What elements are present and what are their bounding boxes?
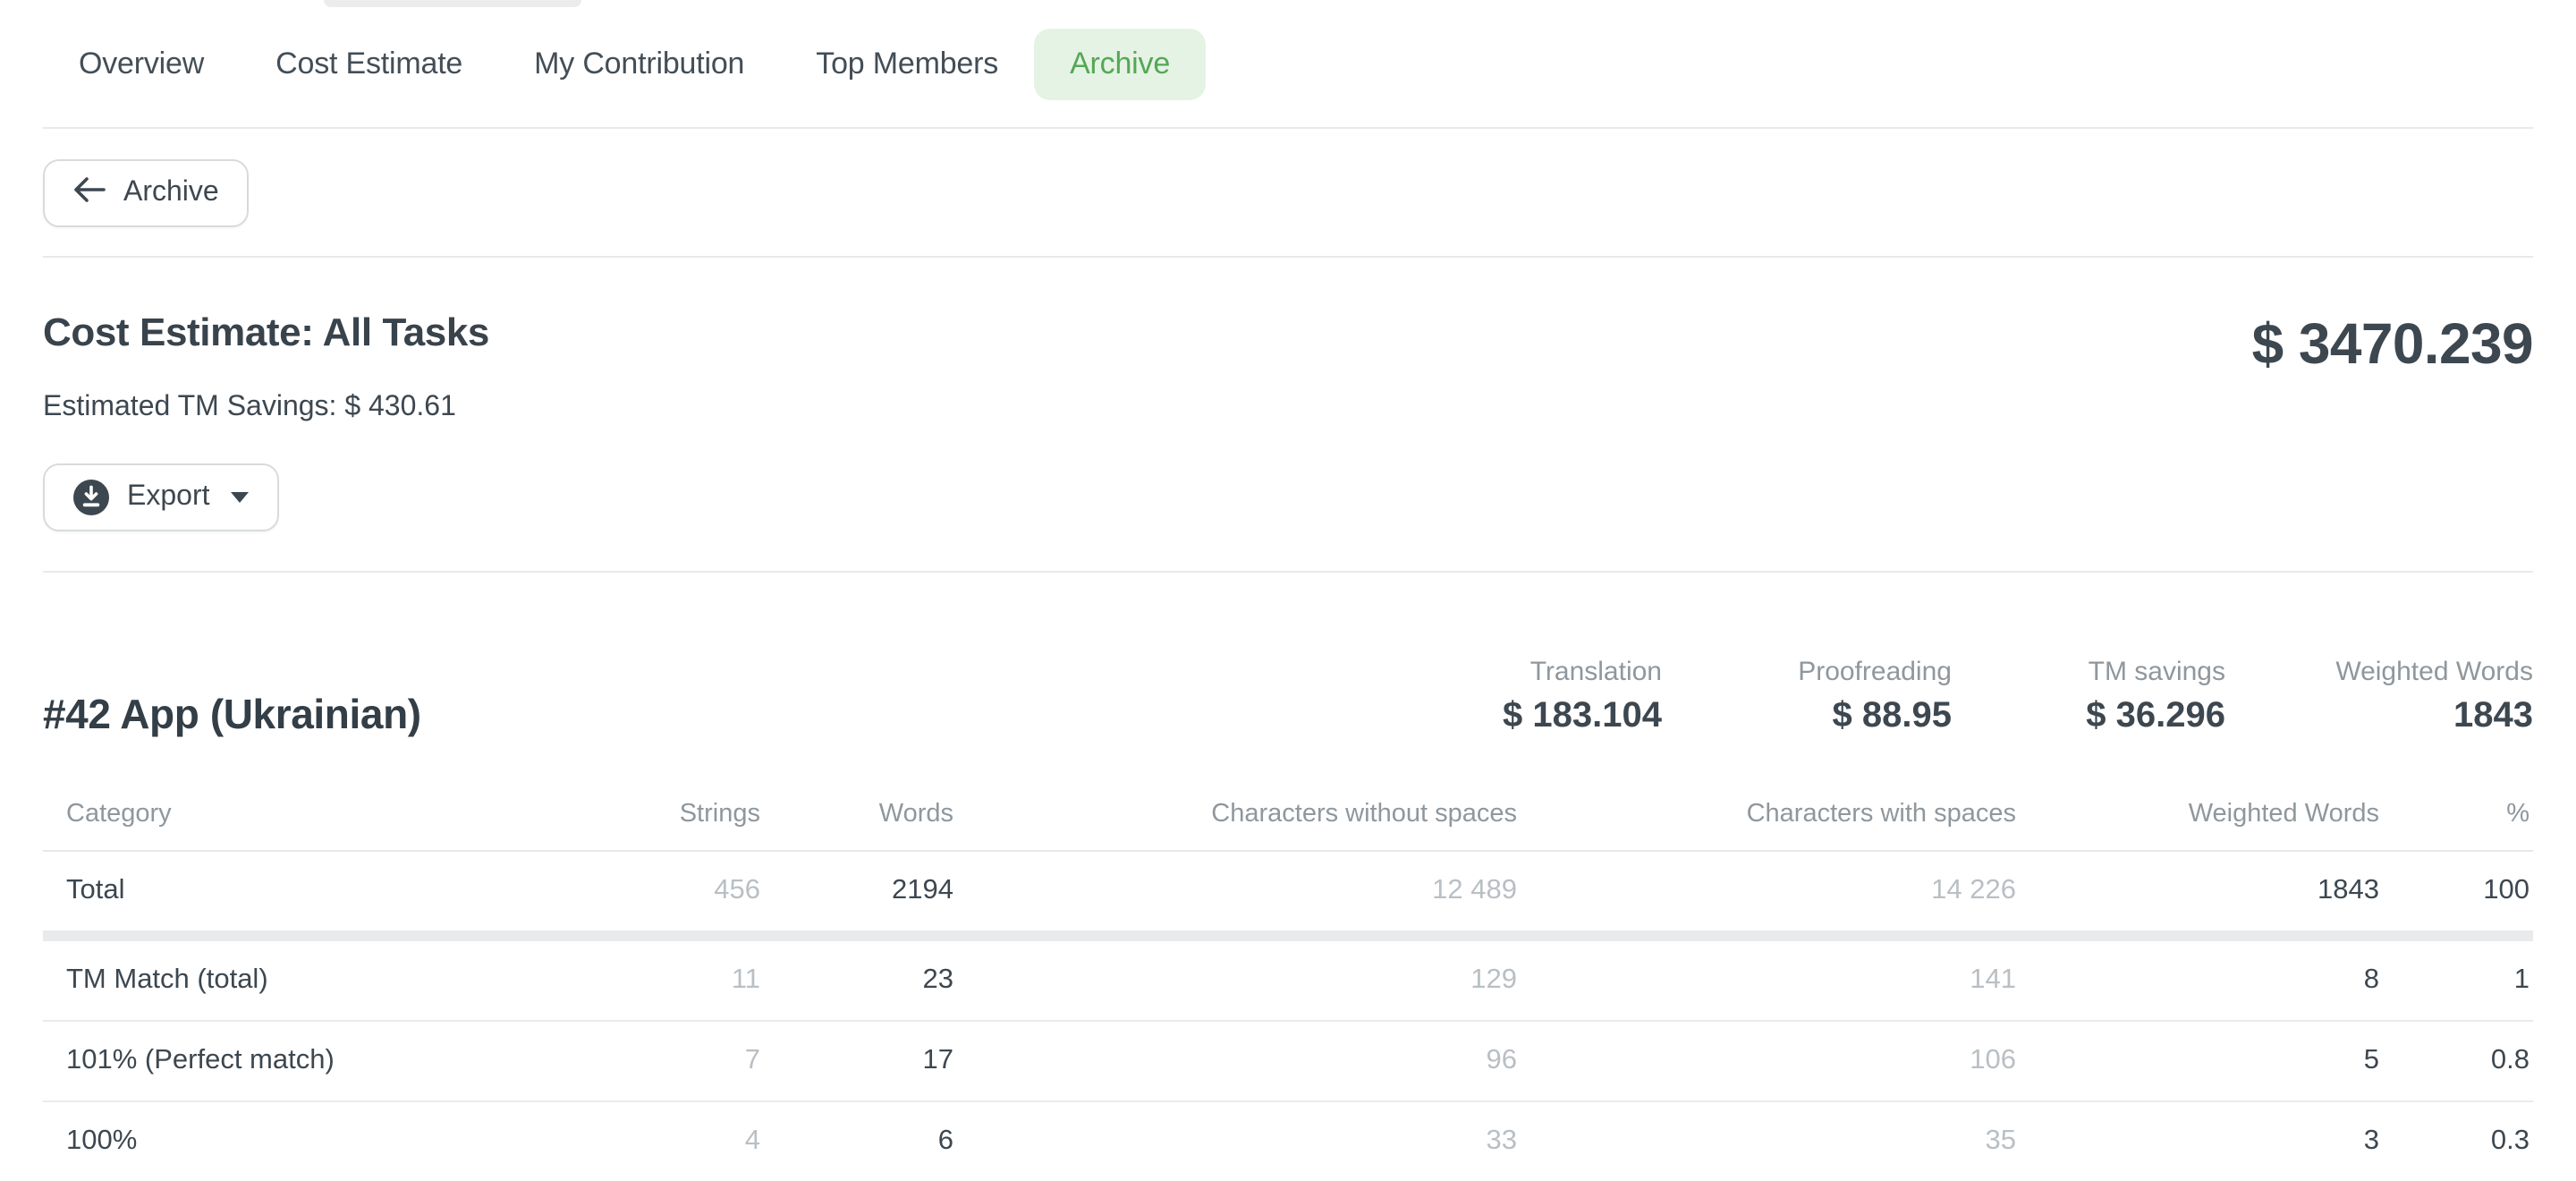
- cell-category: 101% (Perfect match): [43, 1045, 546, 1077]
- stat-label: Translation: [1376, 657, 1662, 687]
- stat-label: Weighted Words: [2225, 657, 2533, 687]
- cell-chars-with-spaces: 141: [1517, 964, 2016, 997]
- column-header-weighted-words: Weighted Words: [2016, 800, 2379, 828]
- cell-strings: 456: [546, 875, 760, 907]
- stat-translation: Translation $ 183.104: [1376, 657, 1662, 737]
- stat-weighted-words: Weighted Words 1843: [2225, 657, 2533, 737]
- project-header: #42 App (Ukrainian) Translation $ 183.10…: [43, 657, 2533, 737]
- stat-label: Proofreading: [1662, 657, 1952, 687]
- cell-chars-without-spaces: 33: [953, 1126, 1517, 1158]
- export-button[interactable]: Export: [43, 463, 280, 531]
- table-row-total: Total 456 2194 12 489 14 226 1843 100: [43, 852, 2533, 930]
- cell-words: 6: [760, 1126, 953, 1158]
- cell-weighted-words: 1843: [2016, 875, 2379, 907]
- cell-chars-without-spaces: 129: [953, 964, 1517, 997]
- cell-chars-with-spaces: 106: [1517, 1045, 2016, 1077]
- cell-category: TM Match (total): [43, 964, 546, 997]
- download-icon: [73, 480, 109, 515]
- stat-value: $ 36.296: [1952, 696, 2225, 737]
- column-header-words: Words: [760, 800, 953, 828]
- cost-estimate-table: Category Strings Words Characters withou…: [43, 778, 2533, 1181]
- archive-back-label: Archive: [123, 177, 219, 209]
- arrow-left-icon: [73, 176, 106, 210]
- stat-value: $ 183.104: [1376, 696, 1662, 737]
- stat-value: $ 88.95: [1662, 696, 1952, 737]
- export-row: Export: [43, 463, 2533, 531]
- divider: [43, 256, 2533, 258]
- cell-percent: 0.3: [2379, 1126, 2533, 1158]
- chevron-down-icon: [232, 492, 250, 503]
- export-label: Export: [127, 481, 210, 514]
- column-header-category: Category: [43, 800, 546, 828]
- page: Overview Cost Estimate My Contribution T…: [0, 0, 2576, 1181]
- cell-category: 100%: [43, 1126, 546, 1158]
- cost-estimate-header: Cost Estimate: All Tasks $ 3470.239: [43, 311, 2533, 376]
- project-title: #42 App (Ukrainian): [43, 691, 421, 737]
- cell-weighted-words: 5: [2016, 1045, 2379, 1077]
- cell-weighted-words: 3: [2016, 1126, 2379, 1158]
- tab-overview[interactable]: Overview: [43, 28, 240, 99]
- project-stats: Translation $ 183.104 Proofreading $ 88.…: [1376, 657, 2533, 737]
- total-cost-value: $ 3470.239: [2252, 311, 2533, 376]
- cell-percent: 1: [2379, 964, 2533, 997]
- divider: [43, 127, 2533, 129]
- archive-back-button[interactable]: Archive: [43, 159, 250, 227]
- cell-strings: 4: [546, 1126, 760, 1158]
- column-header-chars-without-spaces: Characters without spaces: [953, 800, 1517, 828]
- tab-top-members[interactable]: Top Members: [780, 28, 1034, 99]
- cell-words: 17: [760, 1045, 953, 1077]
- page-title: Cost Estimate: All Tasks: [43, 311, 489, 354]
- column-header-chars-with-spaces: Characters with spaces: [1517, 800, 2016, 828]
- table-row: 101% (Perfect match) 7 17 96 106 5 0.8: [43, 1022, 2533, 1100]
- cell-chars-with-spaces: 35: [1517, 1126, 2016, 1158]
- cell-chars-with-spaces: 14 226: [1517, 875, 2016, 907]
- cell-weighted-words: 8: [2016, 964, 2379, 997]
- tab-cost-estimate[interactable]: Cost Estimate: [240, 28, 498, 99]
- cell-strings: 11: [546, 964, 760, 997]
- estimated-tm-savings: Estimated TM Savings: $ 430.61: [43, 392, 2533, 424]
- cell-chars-without-spaces: 12 489: [953, 875, 1517, 907]
- divider: [43, 571, 2533, 573]
- table-row: 100% 4 6 33 35 3 0.3: [43, 1102, 2533, 1181]
- stat-label: TM savings: [1952, 657, 2225, 687]
- table-header-row: Category Strings Words Characters withou…: [43, 778, 2533, 850]
- back-row: Archive: [43, 159, 2533, 227]
- total-separator-band: [43, 930, 2533, 941]
- cell-percent: 100: [2379, 875, 2533, 907]
- cell-words: 23: [760, 964, 953, 997]
- tab-archive[interactable]: Archive: [1034, 28, 1206, 99]
- cell-strings: 7: [546, 1045, 760, 1077]
- stat-tm-savings: TM savings $ 36.296: [1952, 657, 2225, 737]
- table-row: TM Match (total) 11 23 129 141 8 1: [43, 941, 2533, 1020]
- cell-chars-without-spaces: 96: [953, 1045, 1517, 1077]
- cell-percent: 0.8: [2379, 1045, 2533, 1077]
- tab-bar: Overview Cost Estimate My Contribution T…: [43, 0, 2533, 127]
- column-header-strings: Strings: [546, 800, 760, 828]
- cell-category: Total: [43, 875, 546, 907]
- stat-value: 1843: [2225, 696, 2533, 737]
- column-header-percent: %: [2379, 800, 2533, 828]
- cell-words: 2194: [760, 875, 953, 907]
- tab-my-contribution[interactable]: My Contribution: [498, 28, 780, 99]
- stat-proofreading: Proofreading $ 88.95: [1662, 657, 1952, 737]
